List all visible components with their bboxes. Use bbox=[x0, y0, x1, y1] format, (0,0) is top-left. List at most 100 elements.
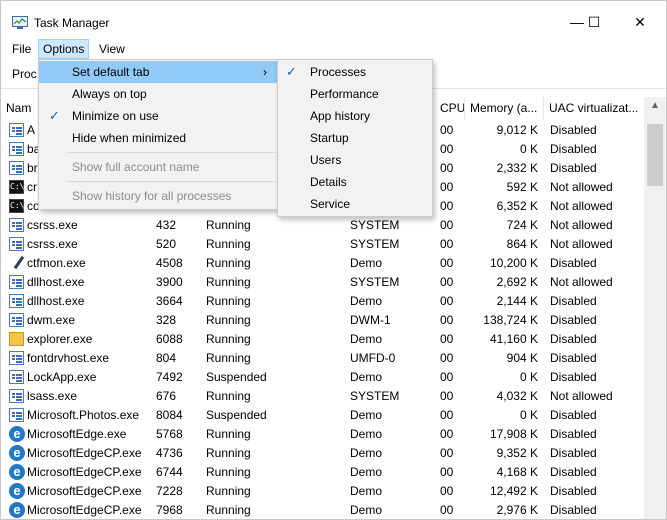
cpu-cell: 00 bbox=[440, 389, 454, 403]
pid-cell: 328 bbox=[156, 313, 177, 327]
pid-cell: 3900 bbox=[156, 275, 183, 289]
memory-cell: 9,352 K bbox=[496, 446, 538, 460]
table-row[interactable]: e MicrosoftEdgeCP.exe 4736 Running Demo 00 9,3… bbox=[1, 444, 644, 463]
menu-item-hide-when-minimized[interactable]: Hide when minimized bbox=[39, 127, 277, 149]
cpu-cell: 00 bbox=[440, 446, 454, 460]
process-name-cell: LockApp.exe bbox=[27, 370, 97, 384]
uac-cell: Disabled bbox=[550, 142, 597, 156]
uac-cell: Not allowed bbox=[550, 237, 613, 251]
close-button[interactable]: ✕ bbox=[617, 8, 663, 36]
user-cell: SYSTEM bbox=[350, 275, 400, 289]
user-cell: Demo bbox=[350, 503, 383, 517]
submenu-item-app-history[interactable]: App history bbox=[278, 105, 432, 127]
process-name-cell: A bbox=[27, 123, 36, 137]
vertical-scrollbar[interactable]: ▲ bbox=[644, 97, 666, 519]
menu-bar: File Options View bbox=[1, 39, 666, 59]
uac-cell: Disabled bbox=[550, 351, 597, 365]
uac-cell: Disabled bbox=[550, 161, 597, 175]
uac-cell: Disabled bbox=[550, 294, 597, 308]
column-header-cpu-label: CPU bbox=[440, 101, 465, 115]
uac-cell: Disabled bbox=[550, 256, 597, 270]
table-row[interactable]: csrss.exe 432 Running SYSTEM 00 724 K Not allo… bbox=[1, 216, 644, 235]
scroll-up-arrow-icon[interactable]: ▲ bbox=[644, 97, 666, 115]
edge-icon: e bbox=[9, 502, 25, 518]
table-row[interactable]: fontdrvhost.exe 804 Running UMFD-0 00 904 K Di… bbox=[1, 349, 644, 368]
menu-item-always-on-top[interactable]: Always on top bbox=[39, 83, 277, 105]
cpu-cell: 00 bbox=[440, 294, 454, 308]
table-row[interactable]: e MicrosoftEdge.exe 5768 Running Demo 00 17,90… bbox=[1, 425, 644, 444]
submenu-item-performance[interactable]: Performance bbox=[278, 83, 432, 105]
uac-cell: Not allowed bbox=[550, 180, 613, 194]
table-row[interactable]: lsass.exe 676 Running SYSTEM 00 4,032 K Not al… bbox=[1, 387, 644, 406]
process-name-cell: MicrosoftEdgeCP.exe bbox=[27, 465, 142, 479]
table-row[interactable]: e MicrosoftEdgeCP.exe 7228 Running Demo 00 12,… bbox=[1, 482, 644, 501]
user-cell: Demo bbox=[350, 484, 383, 498]
table-row[interactable]: LockApp.exe 7492 Suspended Demo 00 0 K Disable… bbox=[1, 368, 644, 387]
uac-cell: Not allowed bbox=[550, 199, 613, 213]
checkmark-icon: ✓ bbox=[49, 108, 60, 123]
menu-file[interactable]: File bbox=[8, 39, 35, 59]
table-row[interactable]: dllhost.exe 3900 Running SYSTEM 00 2,692 K Not… bbox=[1, 273, 644, 292]
table-row[interactable]: csrss.exe 520 Running SYSTEM 00 864 K Not allo… bbox=[1, 235, 644, 254]
submenu-item-label: App history bbox=[310, 109, 371, 123]
pid-cell: 7228 bbox=[156, 484, 183, 498]
memory-cell: 0 K bbox=[519, 370, 538, 384]
submenu-item-processes[interactable]: ✓ Processes bbox=[278, 61, 432, 83]
process-name-cell: csrss.exe bbox=[27, 218, 78, 232]
uac-cell: Disabled bbox=[550, 332, 597, 346]
column-header-memory[interactable]: Memory (a... bbox=[465, 97, 544, 119]
submenu-item-service[interactable]: Service bbox=[278, 193, 432, 215]
menu-item-label: Hide when minimized bbox=[72, 131, 187, 145]
scroll-thumb[interactable] bbox=[647, 124, 663, 186]
menu-view[interactable]: View bbox=[95, 39, 129, 59]
submenu-item-startup[interactable]: Startup bbox=[278, 127, 432, 149]
tab-processes[interactable]: Proc bbox=[12, 67, 37, 81]
title-bar: Task Manager — ☐ ✕ bbox=[1, 1, 666, 35]
column-header-uac[interactable]: UAC virtualizat... bbox=[544, 97, 644, 119]
memory-cell: 592 K bbox=[506, 180, 538, 194]
memory-cell: 4,032 K bbox=[496, 389, 538, 403]
menu-item-set-default-tab[interactable]: Set default tab › bbox=[39, 61, 277, 83]
cmd-icon: C:\ bbox=[9, 199, 24, 213]
cpu-cell: 00 bbox=[440, 408, 454, 422]
cpu-cell: 00 bbox=[440, 237, 454, 251]
memory-cell: 2,692 K bbox=[496, 275, 538, 289]
maximize-button[interactable]: ☐ bbox=[571, 8, 617, 36]
table-row[interactable]: Microsoft.Photos.exe 8084 Suspended Demo 00 0… bbox=[1, 406, 644, 425]
table-row[interactable]: explorer.exe 6088 Running Demo 00 41,160 K Dis… bbox=[1, 330, 644, 349]
column-header-cpu[interactable]: CPU bbox=[435, 97, 465, 119]
memory-cell: 0 K bbox=[519, 408, 538, 422]
uac-cell: Not allowed bbox=[550, 218, 613, 232]
status-cell: Suspended bbox=[206, 408, 267, 422]
table-row[interactable]: dllhost.exe 3664 Running Demo 00 2,144 K Disab… bbox=[1, 292, 644, 311]
pid-cell: 7968 bbox=[156, 503, 183, 517]
table-row[interactable]: ctfmon.exe 4508 Running Demo 00 10,200 K Disab… bbox=[1, 254, 644, 273]
menu-item-minimize-on-use[interactable]: ✓ Minimize on use bbox=[39, 105, 277, 127]
menu-item-label: Set default tab bbox=[72, 65, 150, 79]
user-cell: Demo bbox=[350, 427, 383, 441]
process-name-cell: Microsoft.Photos.exe bbox=[27, 408, 140, 422]
status-cell: Running bbox=[206, 218, 251, 232]
cpu-cell: 00 bbox=[440, 332, 454, 346]
process-name-cell: cr bbox=[27, 180, 37, 194]
uac-cell: Disabled bbox=[550, 123, 597, 137]
app-icon bbox=[9, 294, 24, 308]
user-cell: Demo bbox=[350, 465, 383, 479]
submenu-item-details[interactable]: Details bbox=[278, 171, 432, 193]
status-cell: Running bbox=[206, 351, 251, 365]
process-name-cell: MicrosoftEdgeCP.exe bbox=[27, 484, 142, 498]
submenu-item-label: Users bbox=[310, 153, 342, 167]
submenu-item-users[interactable]: Users bbox=[278, 149, 432, 171]
user-cell: Demo bbox=[350, 294, 383, 308]
menu-item-show-full-account-name: Show full account name bbox=[39, 156, 277, 178]
menu-item-show-history-all-processes: Show history for all processes bbox=[39, 185, 277, 207]
menu-options[interactable]: Options bbox=[38, 39, 90, 59]
table-row[interactable]: dwm.exe 328 Running DWM-1 00 138,724 K Disable… bbox=[1, 311, 644, 330]
submenu-item-label: Performance bbox=[310, 87, 379, 101]
app-icon bbox=[9, 237, 24, 251]
app-icon bbox=[9, 161, 24, 175]
table-row[interactable]: e MicrosoftEdgeCP.exe 6744 Running Demo 00 4,1… bbox=[1, 463, 644, 482]
status-cell: Running bbox=[206, 275, 251, 289]
table-row[interactable]: e MicrosoftEdgeCP.exe 7968 Running Demo 00 2,9… bbox=[1, 501, 644, 519]
folder-icon bbox=[9, 332, 24, 346]
